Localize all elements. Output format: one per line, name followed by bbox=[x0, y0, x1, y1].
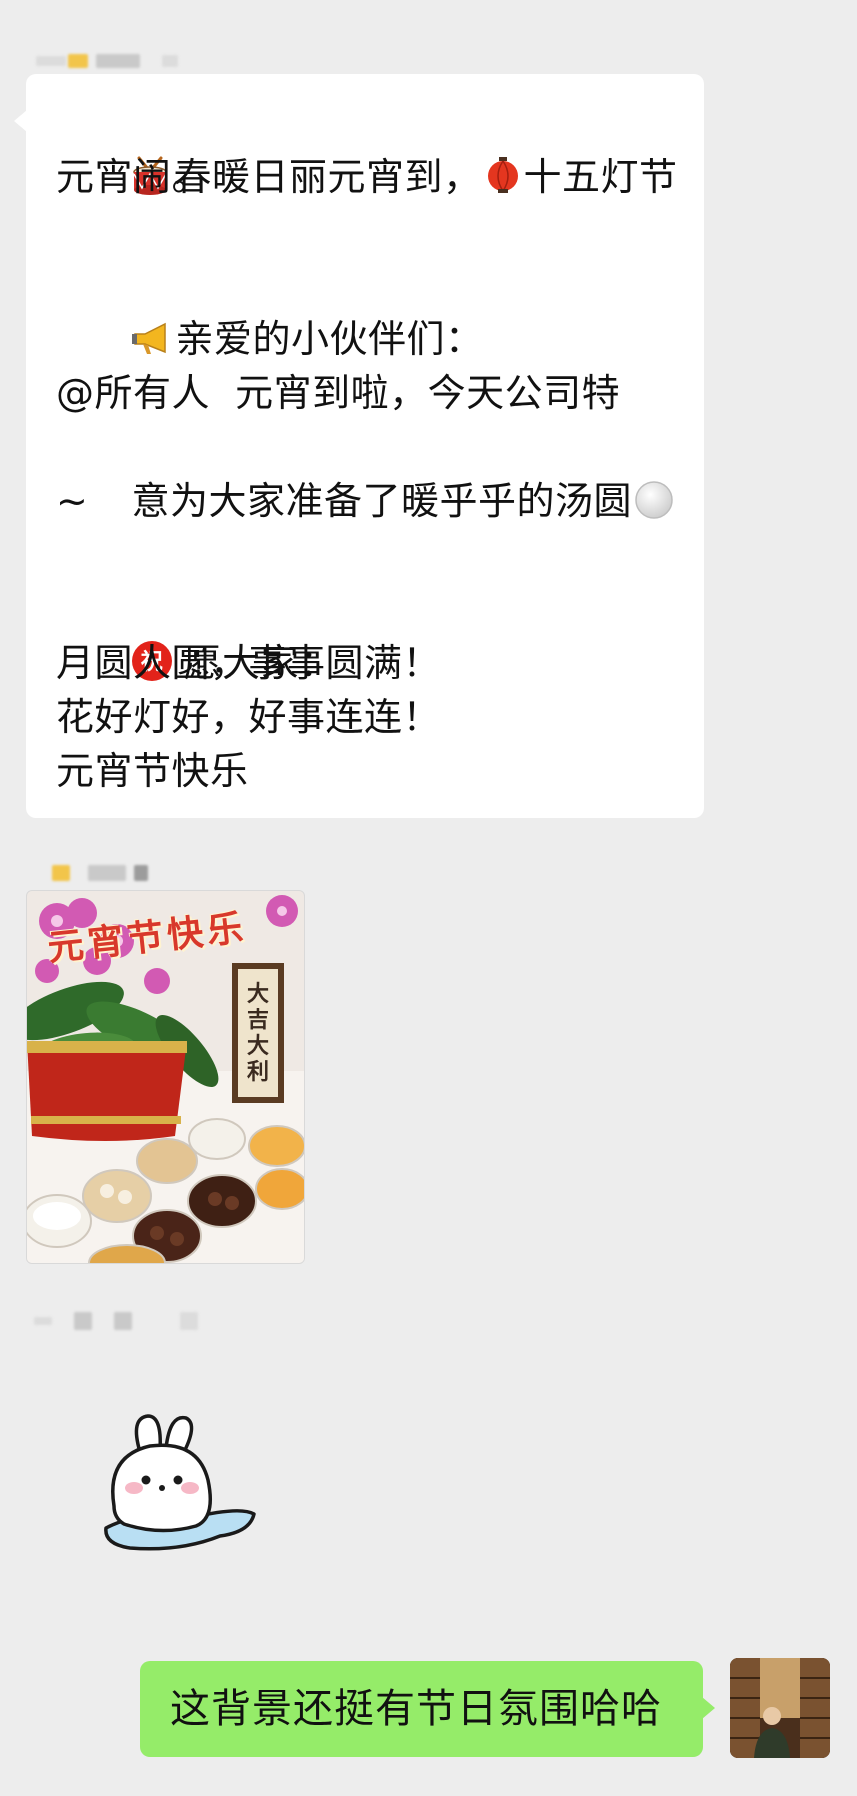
incoming-message-bubble[interactable]: 春暖日丽元宵到， 十五灯节 元宵闹。 亲爱的小伙伴们： @所有人 元宵到啦，今天… bbox=[14, 74, 704, 818]
mosaic-block bbox=[34, 1317, 52, 1325]
message-line: 亲爱的小伙伴们： bbox=[56, 258, 674, 361]
mosaic-block bbox=[114, 1312, 132, 1330]
message-line: 祝 愿大家： bbox=[56, 582, 674, 685]
bunny-sticker[interactable] bbox=[100, 1410, 260, 1560]
mosaic-block bbox=[52, 865, 70, 881]
bunny-sticker-image bbox=[104, 1414, 256, 1551]
message-line: @所有人 元宵到啦，今天公司特 bbox=[56, 371, 621, 415]
message-text: 春暖日丽元宵到， bbox=[173, 155, 482, 199]
avatar[interactable] bbox=[730, 1658, 830, 1758]
avatar-image bbox=[730, 1658, 830, 1758]
mosaic-block bbox=[180, 1312, 198, 1330]
chat-window: 春暖日丽元宵到， 十五灯节 元宵闹。 亲爱的小伙伴们： @所有人 元宵到啦，今天… bbox=[0, 0, 857, 1796]
mosaic-block bbox=[74, 1312, 92, 1330]
sender-name-blurred bbox=[52, 862, 148, 884]
message-line: 意为大家准备了暖乎乎的汤圆 bbox=[56, 420, 674, 523]
message-text: 意为大家准备了暖乎乎的汤圆 bbox=[131, 479, 632, 523]
sender-name-blurred bbox=[34, 1310, 198, 1332]
mosaic-block bbox=[36, 56, 66, 66]
outgoing-message-bubble[interactable]: 这背景还挺有节日氛围哈哈 bbox=[140, 1661, 715, 1757]
message-text: 十五灯节 bbox=[523, 155, 678, 199]
white-circle-icon bbox=[635, 481, 673, 519]
mosaic-block bbox=[134, 865, 148, 881]
mosaic-block bbox=[162, 55, 178, 67]
image-message[interactable]: 元宵节快乐 大吉大利 bbox=[26, 890, 305, 1264]
megaphone-icon bbox=[132, 322, 167, 354]
mosaic-block bbox=[96, 54, 140, 68]
message-text: 亲爱的小伙伴们： bbox=[175, 317, 484, 361]
message-line: 春暖日丽元宵到， 十五灯节 bbox=[56, 96, 677, 199]
lantern-icon bbox=[487, 157, 518, 193]
message-line: 元宵节快乐 bbox=[56, 749, 249, 793]
message-line: 花好灯好，好事连连！ bbox=[56, 695, 442, 739]
plaque-text: 大吉大利 bbox=[246, 981, 269, 1085]
sender-name-blurred bbox=[36, 50, 178, 72]
mosaic-block bbox=[68, 54, 88, 68]
message-text: 这背景还挺有节日氛围哈哈 bbox=[170, 1686, 662, 1732]
mosaic-block bbox=[88, 865, 126, 881]
message-line: 月圆人圆，事事圆满！ bbox=[56, 641, 442, 685]
